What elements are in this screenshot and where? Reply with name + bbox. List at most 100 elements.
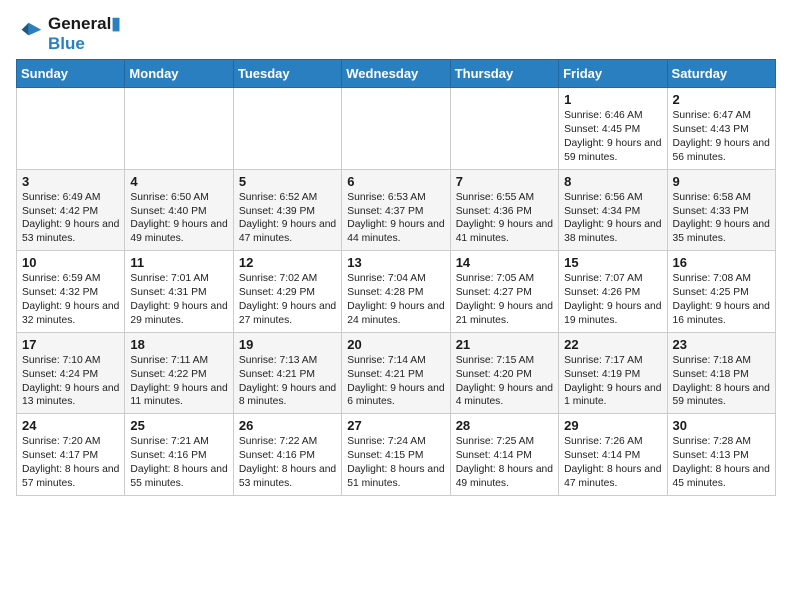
day-number: 23: [673, 337, 770, 352]
weekday-header-friday: Friday: [559, 60, 667, 88]
weekday-header-tuesday: Tuesday: [233, 60, 341, 88]
day-info: Sunrise: 6:56 AMSunset: 4:34 PMDaylight:…: [564, 191, 661, 247]
calendar-cell: 30 Sunrise: 7:28 AMSunset: 4:13 PMDayligh…: [667, 414, 775, 496]
day-number: 16: [673, 255, 770, 270]
weekday-header-monday: Monday: [125, 60, 233, 88]
day-number: 27: [347, 418, 444, 433]
day-number: 14: [456, 255, 553, 270]
day-number: 9: [673, 174, 770, 189]
calendar-cell: 16Sunrise: 7:08 AMSunset: 4:25 PMDayligh…: [667, 251, 775, 333]
day-info: Sunrise: 7:01 AMSunset: 4:31 PMDaylight:…: [130, 272, 227, 328]
calendar-cell: [17, 88, 125, 170]
logo: General▮ Blue: [16, 10, 121, 53]
calendar-cell: 15 Sunrise: 7:07 AMSunset: 4:26 PMDayligh…: [559, 251, 667, 333]
calendar-cell: 11Sunrise: 7:01 AMSunset: 4:31 PMDayligh…: [125, 251, 233, 333]
calendar-cell: [450, 88, 558, 170]
day-number: 19: [239, 337, 336, 352]
day-number: 20: [347, 337, 444, 352]
calendar-cell: 13 Sunrise: 7:04 AMSunset: 4:28 PMDayligh…: [342, 251, 450, 333]
day-number: 10: [22, 255, 119, 270]
day-info: Sunrise: 7:21 AMSunset: 4:16 PMDaylight:…: [130, 435, 227, 491]
calendar-cell: 23 Sunrise: 7:18 AMSunset: 4:18 PMDayligh…: [667, 332, 775, 414]
day-info: Sunrise: 7:17 AMSunset: 4:19 PMDaylight:…: [564, 354, 661, 410]
calendar-cell: 18 Sunrise: 7:11 AMSunset: 4:22 PMDayligh…: [125, 332, 233, 414]
calendar-cell: 26Sunrise: 7:22 AMSunset: 4:16 PMDayligh…: [233, 414, 341, 496]
day-info: Sunrise: 6:53 AMSunset: 4:37 PMDaylight:…: [347, 191, 444, 247]
calendar-cell: 12Sunrise: 7:02 AMSunset: 4:29 PMDayligh…: [233, 251, 341, 333]
week-row-1: 1 Sunrise: 6:46 AMSunset: 4:45 PMDaylight…: [17, 88, 776, 170]
day-number: 15: [564, 255, 661, 270]
day-number: 3: [22, 174, 119, 189]
calendar-cell: 6 Sunrise: 6:53 AMSunset: 4:37 PMDaylight…: [342, 169, 450, 251]
calendar: SundayMondayTuesdayWednesdayThursdayFrid…: [16, 59, 776, 496]
calendar-cell: 20 Sunrise: 7:14 AMSunset: 4:21 PMDayligh…: [342, 332, 450, 414]
day-info: Sunrise: 6:58 AMSunset: 4:33 PMDaylight:…: [673, 191, 770, 247]
day-number: 26: [239, 418, 336, 433]
calendar-cell: 28 Sunrise: 7:25 AMSunset: 4:14 PMDayligh…: [450, 414, 558, 496]
day-info: Sunrise: 7:14 AMSunset: 4:21 PMDaylight:…: [347, 354, 444, 410]
calendar-cell: [125, 88, 233, 170]
calendar-cell: 9 Sunrise: 6:58 AMSunset: 4:33 PMDaylight…: [667, 169, 775, 251]
day-info: Sunrise: 6:59 AMSunset: 4:32 PMDaylight:…: [22, 272, 119, 328]
day-number: 8: [564, 174, 661, 189]
day-info: Sunrise: 6:55 AMSunset: 4:36 PMDaylight:…: [456, 191, 553, 247]
calendar-cell: 1 Sunrise: 6:46 AMSunset: 4:45 PMDaylight…: [559, 88, 667, 170]
day-info: Sunrise: 6:49 AMSunset: 4:42 PMDaylight:…: [22, 191, 119, 247]
calendar-cell: 25Sunrise: 7:21 AMSunset: 4:16 PMDayligh…: [125, 414, 233, 496]
day-number: 17: [22, 337, 119, 352]
calendar-cell: 29 Sunrise: 7:26 AMSunset: 4:14 PMDayligh…: [559, 414, 667, 496]
day-number: 1: [564, 92, 661, 107]
day-info: Sunrise: 6:50 AMSunset: 4:40 PMDaylight:…: [130, 191, 227, 247]
calendar-cell: 7Sunrise: 6:55 AMSunset: 4:36 PMDaylight…: [450, 169, 558, 251]
day-info: Sunrise: 6:52 AMSunset: 4:39 PMDaylight:…: [239, 191, 336, 247]
day-info: Sunrise: 7:18 AMSunset: 4:18 PMDaylight:…: [673, 354, 770, 410]
calendar-cell: 17 Sunrise: 7:10 AMSunset: 4:24 PMDayligh…: [17, 332, 125, 414]
day-info: Sunrise: 7:10 AMSunset: 4:24 PMDaylight:…: [22, 354, 119, 410]
week-row-5: 24 Sunrise: 7:20 AMSunset: 4:17 PMDayligh…: [17, 414, 776, 496]
page: General▮ Blue SundayMondayTuesdayWednesd…: [0, 0, 792, 512]
day-info: Sunrise: 6:46 AMSunset: 4:45 PMDaylight:…: [564, 109, 661, 165]
day-info: Sunrise: 7:11 AMSunset: 4:22 PMDaylight:…: [130, 354, 227, 410]
logo-text: General▮ Blue: [48, 14, 121, 53]
calendar-cell: 27 Sunrise: 7:24 AMSunset: 4:15 PMDayligh…: [342, 414, 450, 496]
calendar-cell: 5 Sunrise: 6:52 AMSunset: 4:39 PMDaylight…: [233, 169, 341, 251]
week-row-4: 17 Sunrise: 7:10 AMSunset: 4:24 PMDayligh…: [17, 332, 776, 414]
day-number: 12: [239, 255, 336, 270]
day-info: Sunrise: 7:28 AMSunset: 4:13 PMDaylight:…: [673, 435, 770, 491]
day-info: Sunrise: 7:24 AMSunset: 4:15 PMDaylight:…: [347, 435, 444, 491]
day-number: 22: [564, 337, 661, 352]
calendar-cell: 2Sunrise: 6:47 AMSunset: 4:43 PMDaylight…: [667, 88, 775, 170]
day-number: 29: [564, 418, 661, 433]
weekday-header-saturday: Saturday: [667, 60, 775, 88]
calendar-cell: 22 Sunrise: 7:17 AMSunset: 4:19 PMDayligh…: [559, 332, 667, 414]
header: General▮ Blue: [16, 10, 776, 53]
weekday-header-wednesday: Wednesday: [342, 60, 450, 88]
week-row-3: 10 Sunrise: 6:59 AMSunset: 4:32 PMDayligh…: [17, 251, 776, 333]
day-info: Sunrise: 7:20 AMSunset: 4:17 PMDaylight:…: [22, 435, 119, 491]
week-row-2: 3 Sunrise: 6:49 AMSunset: 4:42 PMDaylight…: [17, 169, 776, 251]
day-info: Sunrise: 7:15 AMSunset: 4:20 PMDaylight:…: [456, 354, 553, 410]
calendar-cell: 4Sunrise: 6:50 AMSunset: 4:40 PMDaylight…: [125, 169, 233, 251]
calendar-cell: [233, 88, 341, 170]
day-number: 21: [456, 337, 553, 352]
day-info: Sunrise: 7:07 AMSunset: 4:26 PMDaylight:…: [564, 272, 661, 328]
day-info: Sunrise: 7:04 AMSunset: 4:28 PMDaylight:…: [347, 272, 444, 328]
day-number: 30: [673, 418, 770, 433]
day-number: 18: [130, 337, 227, 352]
day-number: 24: [22, 418, 119, 433]
day-number: 13: [347, 255, 444, 270]
day-number: 6: [347, 174, 444, 189]
calendar-cell: 8 Sunrise: 6:56 AMSunset: 4:34 PMDaylight…: [559, 169, 667, 251]
calendar-cell: 19Sunrise: 7:13 AMSunset: 4:21 PMDayligh…: [233, 332, 341, 414]
day-info: Sunrise: 7:25 AMSunset: 4:14 PMDaylight:…: [456, 435, 553, 491]
day-info: Sunrise: 7:26 AMSunset: 4:14 PMDaylight:…: [564, 435, 661, 491]
day-number: 5: [239, 174, 336, 189]
calendar-cell: 3 Sunrise: 6:49 AMSunset: 4:42 PMDaylight…: [17, 169, 125, 251]
day-number: 28: [456, 418, 553, 433]
calendar-cell: 21 Sunrise: 7:15 AMSunset: 4:20 PMDayligh…: [450, 332, 558, 414]
calendar-cell: [342, 88, 450, 170]
calendar-cell: 24 Sunrise: 7:20 AMSunset: 4:17 PMDayligh…: [17, 414, 125, 496]
day-info: Sunrise: 6:47 AMSunset: 4:43 PMDaylight:…: [673, 109, 770, 165]
calendar-cell: 14Sunrise: 7:05 AMSunset: 4:27 PMDayligh…: [450, 251, 558, 333]
logo-icon: [16, 20, 44, 48]
